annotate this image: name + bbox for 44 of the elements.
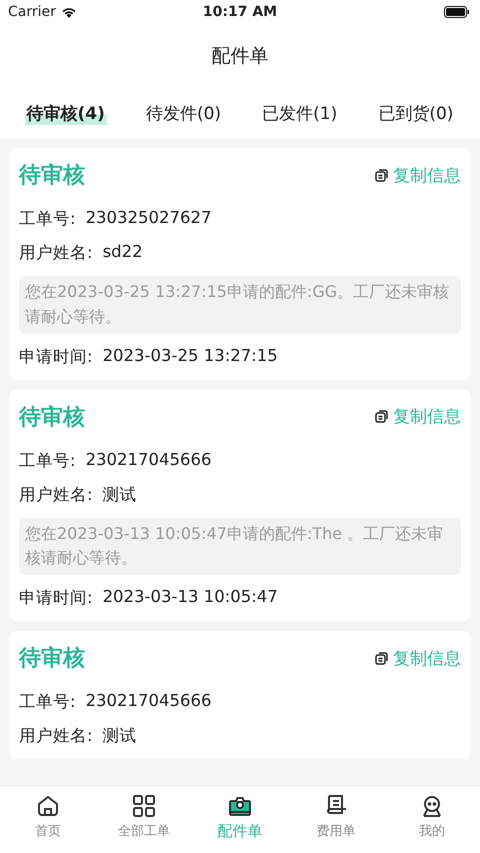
copy-icon <box>375 410 388 424</box>
grid-icon <box>132 794 156 818</box>
wifi-icon <box>60 6 77 18</box>
status-message: 您在2023-03-13 10:05:47申请的配件:The 。工厂还未审核请耐心等待。 <box>19 518 461 576</box>
filter-tab[interactable]: 已到货(0) <box>376 102 456 124</box>
tab-bar-item[interactable]: 配件单 <box>192 794 288 853</box>
copy-icon <box>375 652 388 665</box>
status-label: 待审核 <box>19 644 85 674</box>
field-label: 工单号: <box>19 691 76 714</box>
field-label: 申请时间: <box>19 587 93 610</box>
filter-tab[interactable]: 待审核(4) <box>24 102 107 124</box>
order-number: 230217045666 <box>86 450 212 471</box>
status-message: 您在2023-03-25 13:27:15申请的配件:GG。工厂还未审核请耐心等待。 <box>19 276 461 334</box>
order-number: 230217045666 <box>86 691 212 712</box>
status-time: 10:17 AM <box>202 4 278 20</box>
tab-bar-item[interactable]: 我的 <box>384 794 480 853</box>
user-name: 测试 <box>102 725 137 748</box>
field-label: 申请时间: <box>19 346 93 368</box>
home-icon <box>36 794 60 818</box>
copy-icon <box>375 168 388 182</box>
carrier-label: Carrier <box>8 4 56 20</box>
battery-icon <box>444 6 470 18</box>
user-name: sd22 <box>102 242 143 263</box>
status-label: 待审核 <box>19 404 85 432</box>
field-label: 工单号: <box>19 450 76 472</box>
copy-info-button[interactable]: 复制信息 <box>375 405 461 428</box>
field-label: 用户姓名: <box>19 725 93 748</box>
order-number: 230325027627 <box>86 208 212 229</box>
request-time: 2023-03-13 10:05:47 <box>102 587 278 608</box>
request-time: 2023-03-25 13:27:15 <box>102 346 278 367</box>
copy-info-button[interactable]: 复制信息 <box>375 164 461 186</box>
field-label: 用户姓名: <box>19 242 93 264</box>
tab-bar-item[interactable]: 全部工单 <box>96 794 192 853</box>
filter-tab[interactable]: 已发件(1) <box>260 102 340 124</box>
user-name: 测试 <box>102 484 137 506</box>
page-title: 配件单 <box>212 44 268 69</box>
filter-tab[interactable]: 待发件(0) <box>144 102 224 124</box>
camera-icon <box>228 794 252 818</box>
field-label: 用户姓名: <box>19 484 93 506</box>
status-label: 待审核 <box>19 162 85 190</box>
tab-bar-item[interactable]: 费用单 <box>288 794 384 853</box>
field-label: 工单号: <box>19 208 76 230</box>
copy-info-button[interactable]: 复制信息 <box>375 646 461 670</box>
tab-bar-item[interactable]: 首页 <box>0 794 96 853</box>
